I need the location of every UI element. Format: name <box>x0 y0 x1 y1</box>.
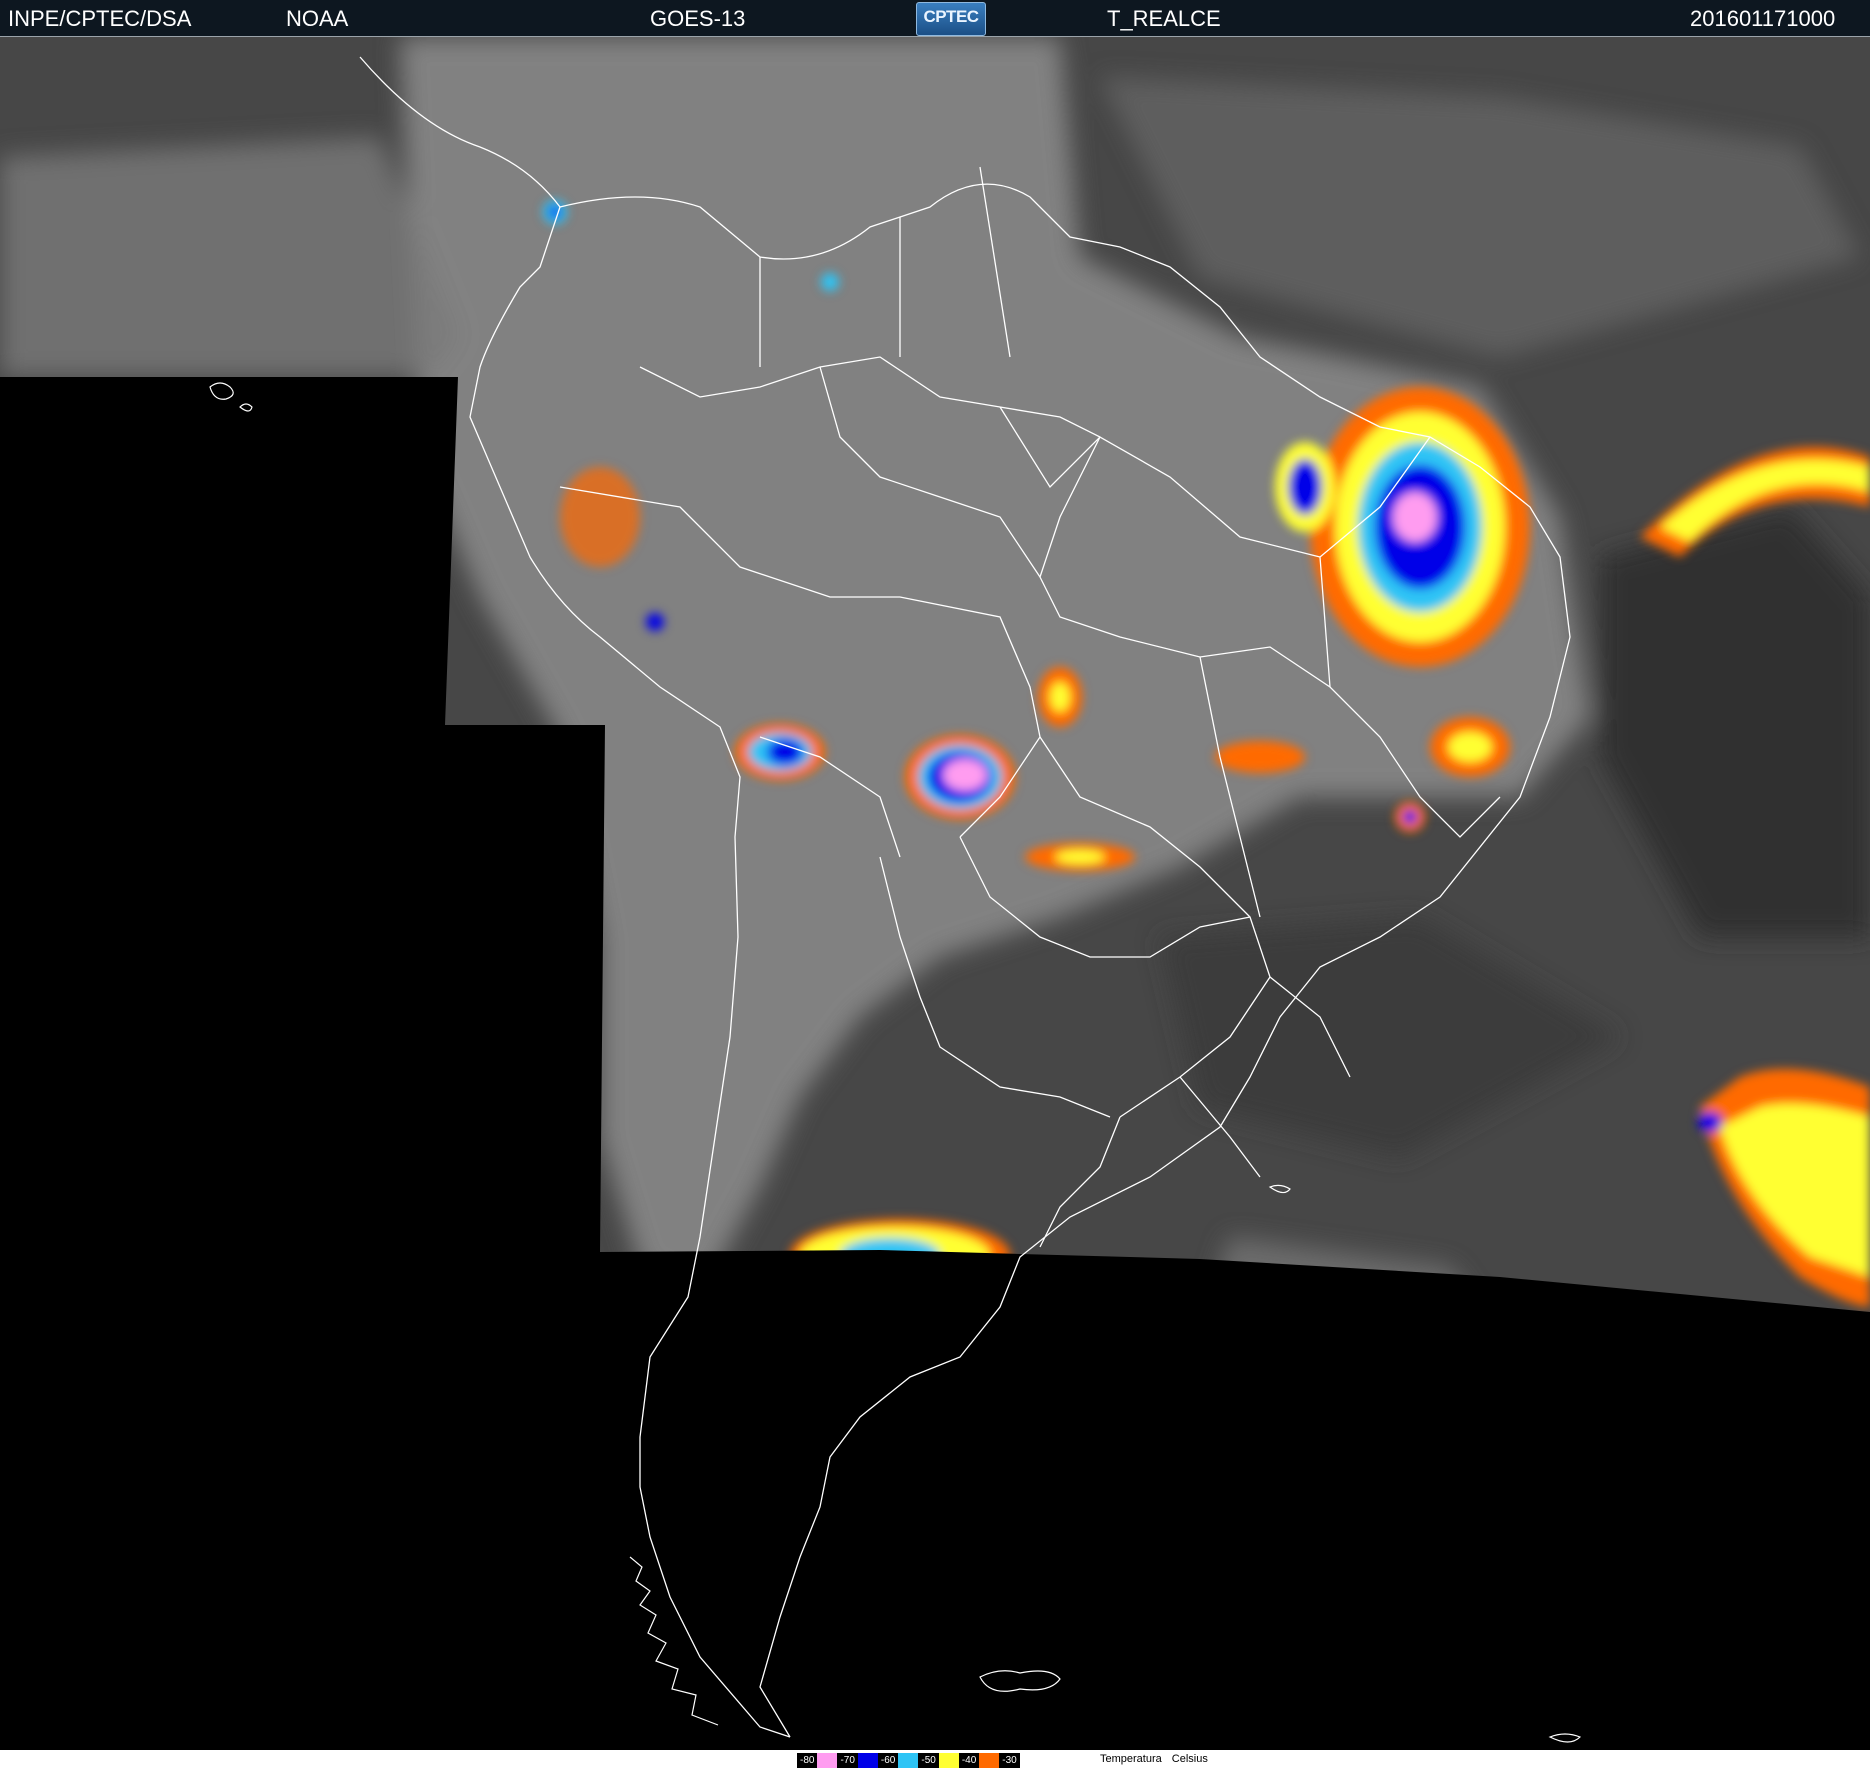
satellite-label: GOES-13 <box>650 6 746 31</box>
satellite-image <box>0 37 1870 1750</box>
legend-level-1-label: -80 <box>797 1753 818 1768</box>
legend-level-3: -60 <box>877 1753 919 1768</box>
legend-level-5-swatch <box>979 1753 1000 1768</box>
timestamp-label: 201601171000 <box>1690 6 1836 31</box>
logo-text: CPTEC <box>923 7 979 26</box>
cptec-logo: CPTEC <box>916 2 986 36</box>
source-label: INPE/CPTEC/DSA <box>8 6 192 31</box>
legend-level-6: -30 <box>999 1753 1020 1768</box>
agency-label: NOAA <box>286 6 349 31</box>
temperature-legend-bar: -80 -70 -60 -50 -40 -30 Temperatura Celsi… <box>0 1750 1870 1770</box>
legend-title-text: Temperatura <box>1100 1753 1162 1765</box>
legend-level-1-swatch <box>817 1753 838 1768</box>
legend-level-2-label: -70 <box>837 1753 858 1768</box>
legend-level-1: -80 <box>797 1753 838 1768</box>
header-bar: INPE/CPTEC/DSA NOAA GOES-13 CPTEC T_REAL… <box>0 0 1870 37</box>
legend-level-3-label: -60 <box>877 1753 899 1768</box>
legend-level-4-label: -50 <box>918 1753 939 1768</box>
legend-level-4-swatch <box>938 1753 959 1768</box>
legend-title: Temperatura Celsius <box>1100 1753 1218 1765</box>
temperature-legend: -80 -70 -60 -50 -40 -30 <box>797 1753 1020 1768</box>
legend-level-2-swatch <box>857 1753 878 1768</box>
legend-level-5: -40 <box>958 1753 1000 1768</box>
legend-level-5-label: -40 <box>958 1753 980 1768</box>
legend-level-2: -70 <box>837 1753 878 1768</box>
satellite-map <box>0 37 1870 1750</box>
product-label: T_REALCE <box>1107 6 1221 31</box>
legend-level-6-label: -30 <box>999 1753 1020 1768</box>
legend-level-3-swatch <box>898 1753 919 1768</box>
legend-level-4: -50 <box>918 1753 959 1768</box>
legend-unit-text: Celsius <box>1171 1753 1208 1765</box>
